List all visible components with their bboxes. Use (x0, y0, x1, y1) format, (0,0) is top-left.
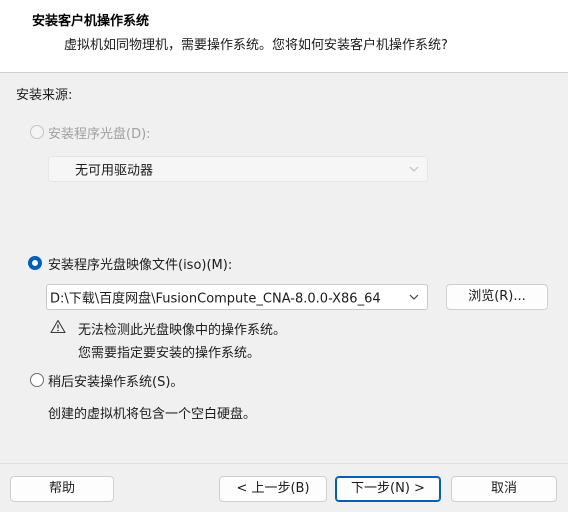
install-source-label: 安装来源: (16, 88, 73, 103)
disc-option-label: 安装程序光盘(D): (48, 127, 151, 142)
drive-select: 无可用驱动器 (48, 156, 428, 182)
drive-select-value: 无可用驱动器 (75, 163, 154, 179)
later-radio[interactable] (30, 373, 44, 387)
help-button[interactable]: 帮助 (10, 476, 114, 502)
footer-divider (0, 463, 568, 464)
iso-path-combobox[interactable]: D:\下载\百度网盘\FusionCompute_CNA-8.0.0-X86_6… (46, 284, 428, 310)
next-button[interactable]: 下一步(N) > (335, 476, 441, 502)
wizard-header: 安装客户机操作系统 虚拟机如同物理机，需要操作系统。您将如何安装客户机操作系统? (0, 0, 568, 73)
disc-radio (30, 125, 44, 139)
cancel-button[interactable]: 取消 (451, 476, 557, 502)
chevron-down-icon[interactable] (409, 292, 419, 302)
iso-option-label[interactable]: 安装程序光盘映像文件(iso)(M): (48, 254, 232, 273)
warning-line-1: 无法检测此光盘映像中的操作系统。 (78, 323, 287, 338)
warning-icon (50, 319, 66, 334)
later-option-label[interactable]: 稍后安装操作系统(S)。 (48, 371, 183, 390)
chevron-down-icon (409, 166, 419, 172)
back-button[interactable]: < 上一步(B) (219, 476, 327, 502)
page-subtitle: 虚拟机如同物理机，需要操作系统。您将如何安装客户机操作系统? (64, 38, 448, 53)
page-title: 安装客户机操作系统 (32, 14, 150, 29)
browse-button[interactable]: 浏览(R)... (446, 284, 548, 310)
iso-path-value[interactable]: D:\下载\百度网盘\FusionCompute_CNA-8.0.0-X86_6… (50, 288, 405, 307)
iso-radio[interactable] (28, 256, 42, 270)
warning-line-2: 您需要指定要安装的操作系统。 (78, 346, 261, 361)
later-description: 创建的虚拟机将包含一个空白硬盘。 (48, 407, 257, 422)
